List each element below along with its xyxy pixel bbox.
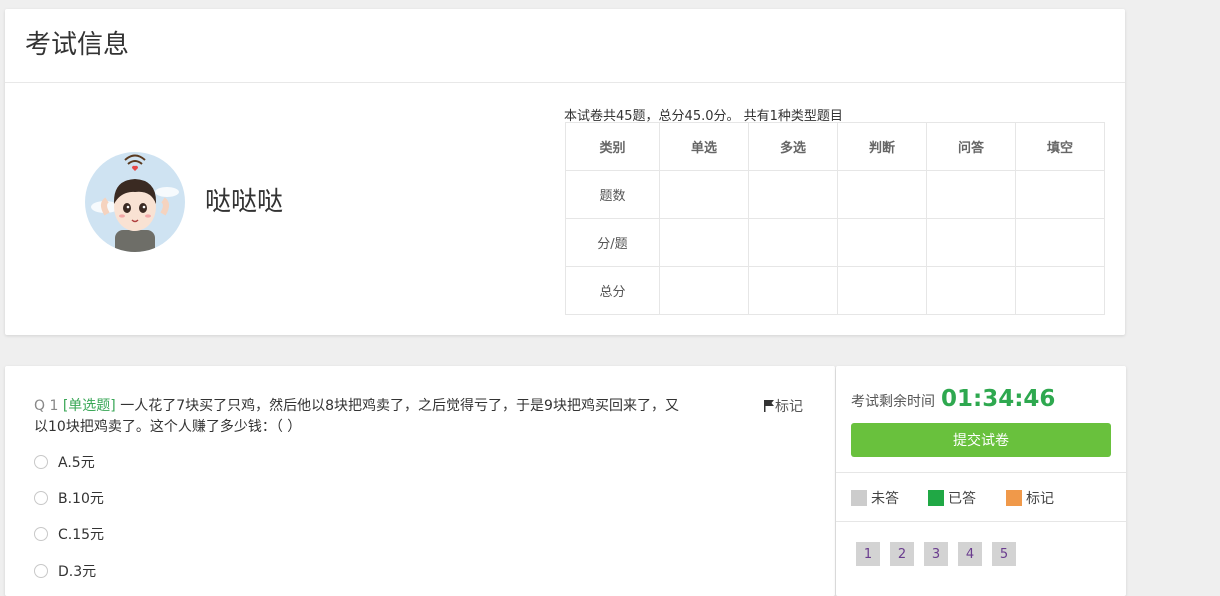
- table-header-cell: 多选: [748, 122, 838, 171]
- legend-label: 标记: [1026, 491, 1054, 507]
- table-header-cell: 类别: [565, 122, 660, 171]
- question-nav-3[interactable]: 3: [924, 542, 948, 566]
- table-row: 分/题: [565, 218, 1105, 267]
- option-b[interactable]: B.10元: [34, 488, 104, 508]
- question-type: [单选题]: [62, 398, 116, 414]
- exam-info-card: 考试信息 哒哒哒 本试卷共45题，总分45.0分。 共有1种类型题目 类别 单选…: [5, 9, 1125, 335]
- table-cell: [1015, 266, 1105, 315]
- table-cell: [926, 218, 1016, 267]
- question-card: Q 1 [单选题] 一人花了7块买了只鸡，然后他以8块把鸡卖了，之后觉得亏了，于…: [5, 366, 835, 596]
- table-header-cell: 判断: [837, 122, 927, 171]
- question-nav-2[interactable]: 2: [890, 542, 914, 566]
- question-stem: Q 1 [单选题] 一人花了7块买了只鸡，然后他以8块把鸡卖了，之后觉得亏了，于…: [34, 396, 684, 438]
- legend-swatch: [851, 490, 867, 506]
- table-cell: [837, 218, 927, 267]
- table-cell: [659, 218, 749, 267]
- question-nav-4[interactable]: 4: [958, 542, 982, 566]
- mark-button[interactable]: 标记: [763, 396, 803, 416]
- avatar-illustration: [91, 154, 179, 252]
- legend-swatch: [1006, 490, 1022, 506]
- table-cell: [748, 218, 838, 267]
- table-row: 题数: [565, 170, 1105, 219]
- option-label: C.15元: [58, 527, 105, 543]
- side-panel: 考试剩余时间 01:34:46 提交试卷 未答 已答 标记 1 2 3 4 5: [836, 366, 1126, 596]
- table-cell: [659, 266, 749, 315]
- radio-button[interactable]: [34, 527, 48, 541]
- divider: [836, 521, 1126, 522]
- table-cell: [659, 170, 749, 219]
- legend-answered: 已答: [928, 488, 976, 508]
- question-nav-5[interactable]: 5: [992, 542, 1016, 566]
- submit-exam-button[interactable]: 提交试卷: [851, 423, 1111, 457]
- avatar: [85, 152, 185, 252]
- table-cell: [748, 170, 838, 219]
- question-nav-1[interactable]: 1: [856, 542, 880, 566]
- question-number: Q 1: [34, 398, 59, 414]
- legend-unanswered: 未答: [851, 488, 899, 508]
- table-cell: [1015, 170, 1105, 219]
- option-a[interactable]: A.5元: [34, 452, 95, 472]
- table-header-cell: 问答: [926, 122, 1016, 171]
- table-cell: [837, 266, 927, 315]
- radio-button[interactable]: [34, 455, 48, 469]
- legend-swatch: [928, 490, 944, 506]
- user-name: 哒哒哒: [205, 187, 284, 217]
- timer: 考试剩余时间 01:34:46: [851, 386, 1055, 412]
- table-row: 总分: [565, 266, 1105, 315]
- legend-label: 未答: [871, 491, 899, 507]
- table-cell: [837, 170, 927, 219]
- timer-label: 考试剩余时间: [851, 394, 935, 410]
- table-cell: [926, 266, 1016, 315]
- mark-label: 标记: [775, 399, 803, 415]
- table-header-cell: 填空: [1015, 122, 1105, 171]
- legend-marked: 标记: [1006, 488, 1054, 508]
- page-title: 考试信息: [5, 9, 1125, 83]
- table-cell: 分/题: [565, 218, 660, 267]
- table-header-cell: 单选: [659, 122, 749, 171]
- option-label: B.10元: [58, 491, 104, 507]
- question-type-table: 类别 单选 多选 判断 问答 填空 题数 分/题 总分: [565, 122, 1105, 315]
- question-text: 一人花了7块买了只鸡，然后他以8块把鸡卖了，之后觉得亏了，于是9块把鸡买回来了，…: [34, 398, 679, 435]
- radio-button[interactable]: [34, 564, 48, 578]
- flag-icon: [764, 400, 774, 412]
- table-cell: [748, 266, 838, 315]
- divider: [836, 472, 1126, 473]
- option-c[interactable]: C.15元: [34, 524, 104, 544]
- option-label: A.5元: [58, 455, 95, 471]
- table-cell: [1015, 218, 1105, 267]
- table-cell: 题数: [565, 170, 660, 219]
- table-cell: [926, 170, 1016, 219]
- option-label: D.3元: [58, 564, 97, 580]
- table-cell: 总分: [565, 266, 660, 315]
- legend-label: 已答: [948, 491, 976, 507]
- timer-value: 01:34:46: [941, 386, 1056, 412]
- option-d[interactable]: D.3元: [34, 561, 96, 581]
- table-header-row: 类别 单选 多选 判断 问答 填空: [565, 122, 1105, 171]
- radio-button[interactable]: [34, 491, 48, 505]
